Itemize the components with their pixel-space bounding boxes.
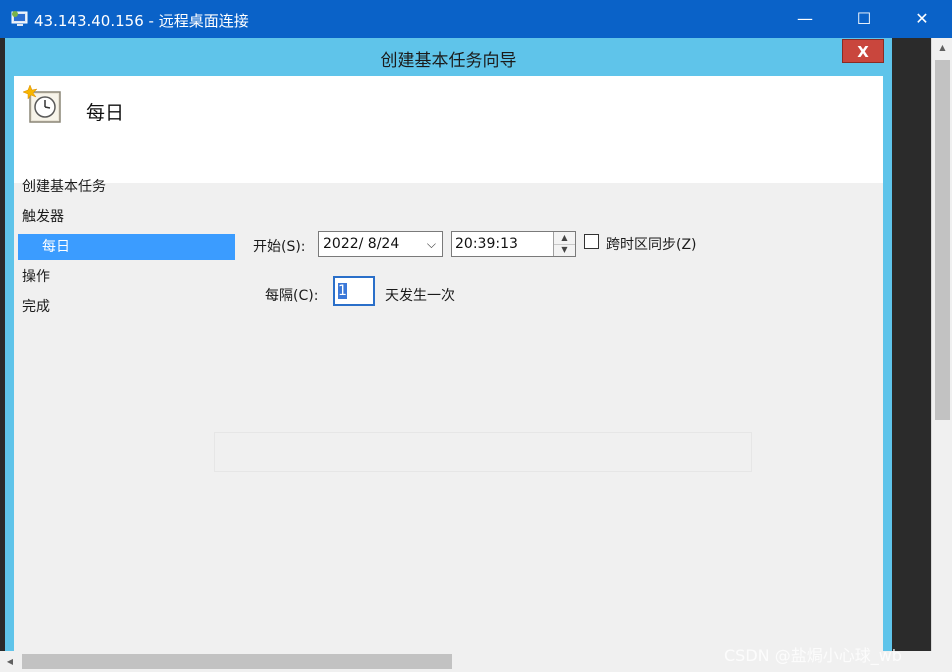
start-date-value: 2022/ 8/24 — [323, 236, 400, 252]
step-action[interactable]: 操作 — [18, 264, 235, 290]
rdp-window-title: 43.143.40.156 - 远程桌面连接 — [34, 12, 249, 30]
scroll-up-icon[interactable]: ▲ — [932, 40, 952, 56]
step-finish[interactable]: 完成 — [18, 294, 235, 320]
step-create-basic-task[interactable]: 创建基本任务 — [18, 174, 235, 200]
scroll-left-icon[interactable]: ◀ — [0, 651, 20, 672]
empty-panel — [214, 432, 752, 472]
dialog-title: 创建基本任务向导 — [380, 51, 517, 71]
recur-days-input[interactable]: 1 — [333, 276, 375, 306]
wizard-dialog: 创建基本任务向导 X 每日 创建基本任务 触发器 每日 操作 完成 开始(S):… — [5, 38, 892, 651]
wizard-steps: 创建基本任务 触发器 每日 操作 完成 — [14, 179, 239, 651]
start-time-value: 20:39:13 — [455, 236, 518, 252]
time-spinner[interactable]: ▲ ▼ — [553, 232, 575, 256]
spin-down-icon[interactable]: ▼ — [554, 244, 575, 256]
recur-suffix: 天发生一次 — [385, 288, 455, 304]
vertical-scroll-thumb[interactable] — [935, 60, 950, 420]
dialog-close-button[interactable]: X — [842, 39, 884, 63]
scheduled-task-clock-icon — [22, 84, 61, 123]
remote-desktop-icon — [11, 11, 28, 26]
start-label: 开始(S): — [253, 239, 306, 255]
dialog-titlebar[interactable]: 创建基本任务向导 X — [5, 38, 892, 76]
rdp-titlebar: 43.143.40.156 - 远程桌面连接 — ☐ ✕ — [0, 0, 952, 38]
wizard-header: 每日 — [14, 76, 883, 183]
maximize-button[interactable]: ☐ — [840, 0, 888, 38]
minimize-button[interactable]: — — [781, 0, 829, 38]
header-title: 每日 — [86, 102, 125, 124]
start-date-picker[interactable]: 2022/ 8/24 ⌵ — [318, 231, 443, 257]
dialog-body: 每日 创建基本任务 触发器 每日 操作 完成 开始(S): 2022/ 8/24… — [14, 76, 883, 651]
chevron-down-icon[interactable]: ⌵ — [427, 232, 436, 256]
close-button[interactable]: ✕ — [898, 0, 946, 38]
vertical-scrollbar[interactable]: ▲ — [931, 38, 952, 651]
horizontal-scroll-thumb[interactable] — [22, 654, 452, 669]
recur-label: 每隔(C): — [265, 288, 319, 304]
start-time-field[interactable]: 20:39:13 ▲ ▼ — [451, 231, 576, 257]
scrollbar-corner — [931, 651, 952, 672]
sync-timezone-label[interactable]: 跨时区同步(Z) — [606, 234, 697, 254]
csdn-watermark: CSDN @盐焗小心球_wb — [724, 646, 902, 665]
step-daily[interactable]: 每日 — [18, 234, 235, 260]
step-trigger[interactable]: 触发器 — [18, 204, 235, 230]
recur-days-value: 1 — [338, 283, 347, 299]
sync-timezone-checkbox[interactable] — [584, 234, 599, 249]
